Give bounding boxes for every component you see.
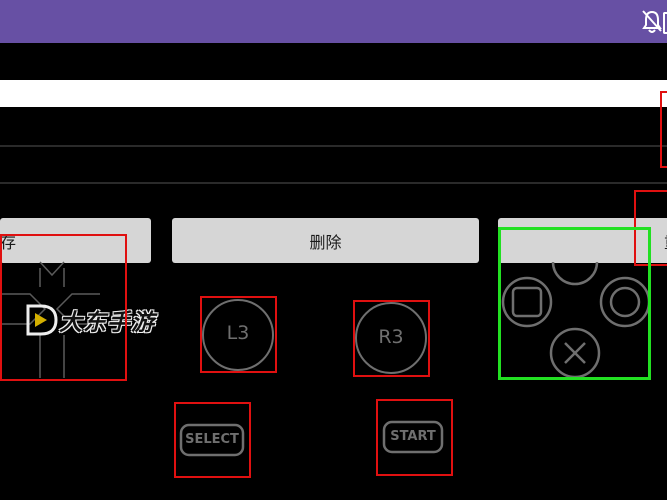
l3-touch-area[interactable] [200,296,277,373]
face-buttons-touch-area-selected[interactable] [498,227,651,380]
select-touch-area[interactable] [174,402,251,478]
edge-touch-area-upper[interactable] [660,91,667,168]
dpad-touch-area[interactable] [0,234,127,381]
r3-touch-area[interactable] [353,300,430,377]
start-touch-area[interactable] [376,399,453,476]
